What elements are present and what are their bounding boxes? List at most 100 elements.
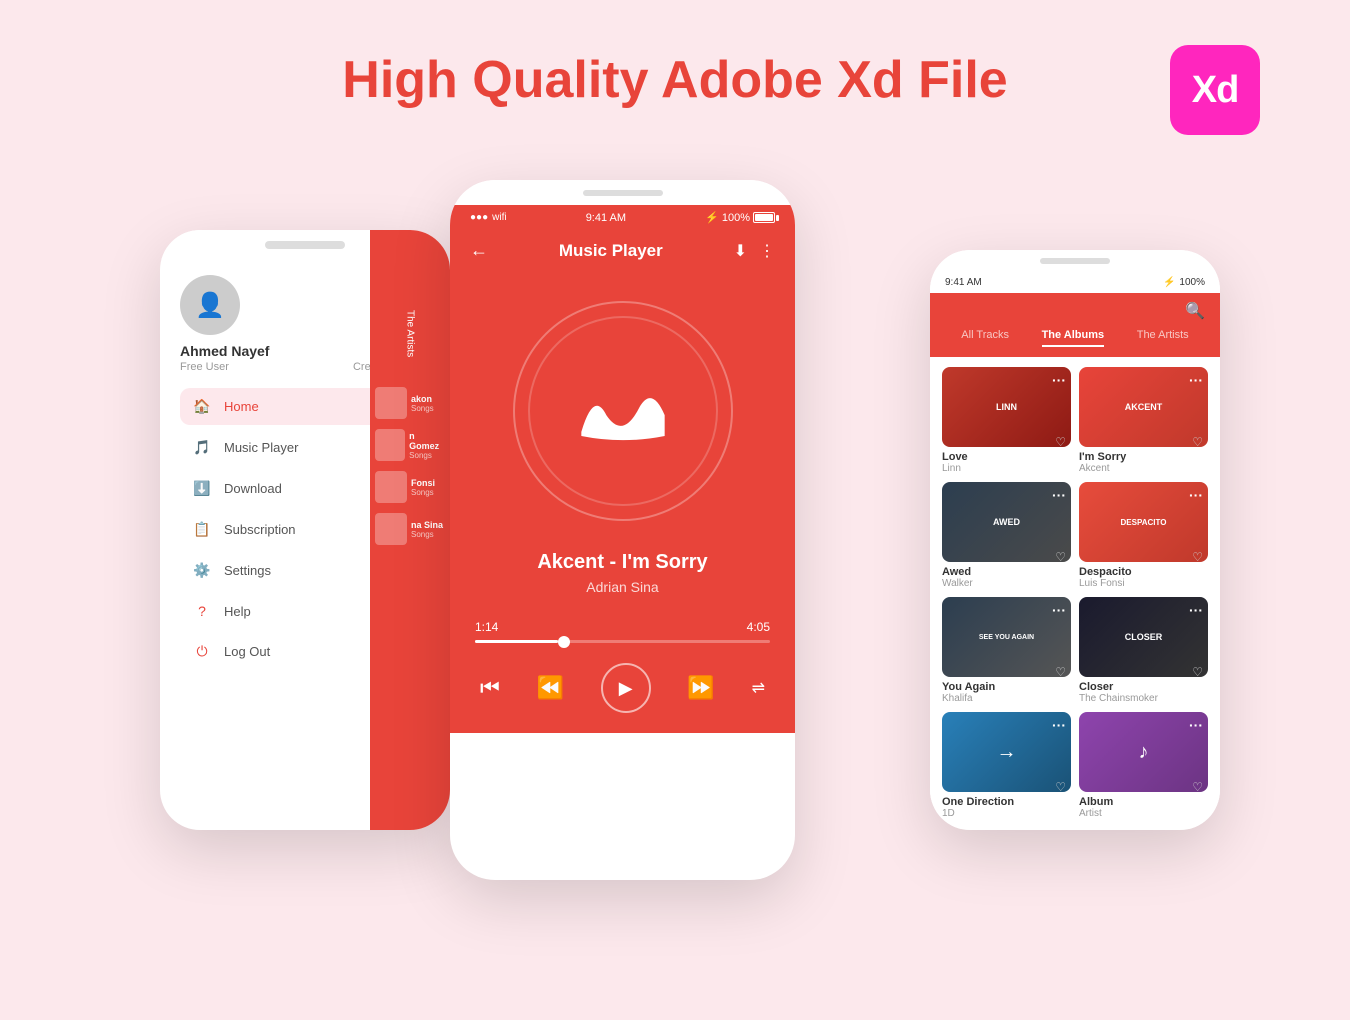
now-playing-artist: Adrian Sina	[586, 579, 658, 595]
album-artist: Artist	[1079, 808, 1208, 819]
progress-container[interactable]: 1:14 4:05	[470, 620, 775, 663]
right-status-time: 9:41 AM	[945, 277, 982, 288]
page-header: High Quality Adobe Xd File	[0, 0, 1350, 110]
status-time: 9:41 AM	[586, 212, 626, 224]
header-icons: ⬇ ⋮	[734, 241, 775, 261]
vinyl-disc	[513, 301, 733, 521]
overlay-tab: The Artists	[405, 310, 416, 357]
shuffle-button[interactable]: ⇌	[752, 678, 765, 698]
player-header: ← Music Player ⬇ ⋮	[450, 230, 795, 271]
forward-button[interactable]: ⏩	[687, 675, 714, 701]
album-more-icon[interactable]: ···	[1052, 717, 1066, 733]
search-icon[interactable]: 🔍	[1185, 301, 1205, 321]
album-more-icon[interactable]: ···	[1052, 487, 1066, 503]
music-icon: 🎵	[192, 439, 212, 456]
right-phone-notch	[930, 250, 1220, 272]
song-item-2: n Gomez Songs	[375, 429, 445, 461]
album-sorry[interactable]: AKCENT ··· I'm Sorry Akcent ♡	[1079, 367, 1208, 474]
total-time: 4:05	[747, 620, 770, 634]
like-icon[interactable]: ♡	[1055, 435, 1066, 449]
album-artist: Linn	[942, 463, 1071, 474]
like-icon[interactable]: ♡	[1192, 435, 1203, 449]
right-phone: 9:41 AM ⚡ 100% 🔍 All Tracks The Albums T…	[930, 250, 1220, 830]
album-name: Awed	[942, 566, 1071, 578]
download-cloud-icon[interactable]: ⬇	[734, 241, 747, 261]
album-more-icon[interactable]: ···	[1052, 372, 1066, 388]
song-list: akon Songs n Gomez Songs Fonsi Songs	[370, 377, 450, 555]
album-more-icon[interactable]: ···	[1052, 602, 1066, 618]
like-icon[interactable]: ♡	[1055, 550, 1066, 564]
like-icon[interactable]: ♡	[1055, 780, 1066, 794]
nav-label-subscription: Subscription	[224, 522, 296, 537]
like-icon[interactable]: ♡	[1192, 780, 1203, 794]
like-icon[interactable]: ♡	[1055, 665, 1066, 679]
overlay-strip: The Artists akon Songs n Gomez Songs	[370, 230, 450, 830]
user-type: Free User	[180, 361, 229, 373]
album-direction[interactable]: → ··· One Direction 1D ♡	[942, 712, 1071, 819]
nav-label-download: Download	[224, 481, 282, 496]
rewind-button[interactable]: ⏪	[537, 675, 564, 701]
album-more-icon[interactable]: ···	[1189, 372, 1203, 388]
player-body: Akcent - I'm Sorry Adrian Sina 1:14 4:05…	[450, 271, 795, 733]
nav-label-home: Home	[224, 399, 259, 414]
nav-label-help: Help	[224, 604, 251, 619]
more-options-icon[interactable]: ⋮	[759, 241, 775, 261]
album-artist: 1D	[942, 808, 1071, 819]
album-artist: Akcent	[1079, 463, 1208, 474]
status-bar: ●●● wifi 9:41 AM ⚡ 100%	[450, 205, 795, 230]
albums-tabs: All Tracks The Albums The Artists	[945, 329, 1205, 357]
avatar: 👤	[180, 275, 240, 335]
album-more-icon[interactable]: ···	[1189, 717, 1203, 733]
like-icon[interactable]: ♡	[1192, 550, 1203, 564]
progress-fill	[475, 640, 558, 643]
prev-button[interactable]: ⏮	[480, 675, 500, 701]
song-item-1: akon Songs	[375, 387, 445, 419]
crown-logo	[573, 381, 673, 441]
now-playing-title: Akcent - I'm Sorry	[537, 551, 707, 574]
play-button[interactable]: ▶	[601, 663, 651, 713]
playback-controls: ⏮ ⏪ ▶ ⏩ ⇌	[470, 663, 775, 713]
albums-header: 🔍 All Tracks The Albums The Artists	[930, 293, 1220, 357]
like-icon[interactable]: ♡	[1192, 665, 1203, 679]
song-item-4: na Sina Songs	[375, 513, 445, 545]
album-name: Love	[942, 451, 1071, 463]
song-item-3: Fonsi Songs	[375, 471, 445, 503]
tab-the-albums[interactable]: The Albums	[1042, 329, 1105, 347]
page-title: High Quality Adobe Xd File	[0, 50, 1350, 110]
right-status-bar: 9:41 AM ⚡ 100%	[930, 272, 1220, 293]
albums-grid: LINN ··· Love Linn ♡ AKCENT ··· I'm Sorr…	[930, 357, 1220, 829]
settings-icon: ⚙️	[192, 562, 212, 579]
album-artist: Khalifa	[942, 693, 1071, 704]
album-more-icon[interactable]: ···	[1189, 487, 1203, 503]
album-name: I'm Sorry	[1079, 451, 1208, 463]
tab-all-tracks[interactable]: All Tracks	[961, 329, 1009, 347]
back-button[interactable]: ←	[470, 240, 488, 261]
battery: ⚡ 100%	[705, 211, 775, 224]
album-seeyouagain[interactable]: SEE YOU AGAIN ··· You Again Khalifa ♡	[942, 597, 1071, 704]
help-icon: ?	[192, 603, 212, 619]
album-extra[interactable]: ♪ ··· Album Artist ♡	[1079, 712, 1208, 819]
xd-icon: Xd	[1170, 45, 1260, 135]
player-title: Music Player	[559, 241, 663, 261]
album-despacito[interactable]: DESPACITO ··· Despacito Luis Fonsi ♡	[1079, 482, 1208, 589]
tab-the-artists[interactable]: The Artists	[1137, 329, 1189, 347]
album-name: Closer	[1079, 681, 1208, 693]
nav-label-settings: Settings	[224, 563, 271, 578]
album-name: Despacito	[1079, 566, 1208, 578]
center-phone-notch	[450, 180, 795, 205]
signal-icons: ●●● wifi	[470, 212, 507, 223]
home-icon: 🏠	[192, 398, 212, 415]
album-closer[interactable]: CLOSER ··· Closer The Chainsmoker ♡	[1079, 597, 1208, 704]
nav-label-music: Music Player	[224, 440, 298, 455]
nav-label-logout: Log Out	[224, 644, 270, 659]
download-icon: ⬇️	[192, 480, 212, 497]
progress-bar[interactable]	[475, 640, 770, 643]
right-battery-icon: ⚡	[1163, 277, 1175, 288]
album-love[interactable]: LINN ··· Love Linn ♡	[942, 367, 1071, 474]
center-phone: ●●● wifi 9:41 AM ⚡ 100% ← Music Player ⬇…	[450, 180, 795, 880]
album-awed[interactable]: AWED ··· Awed Walker ♡	[942, 482, 1071, 589]
progress-thumb	[558, 636, 570, 648]
album-artist: Walker	[942, 578, 1071, 589]
album-more-icon[interactable]: ···	[1189, 602, 1203, 618]
album-name: You Again	[942, 681, 1071, 693]
